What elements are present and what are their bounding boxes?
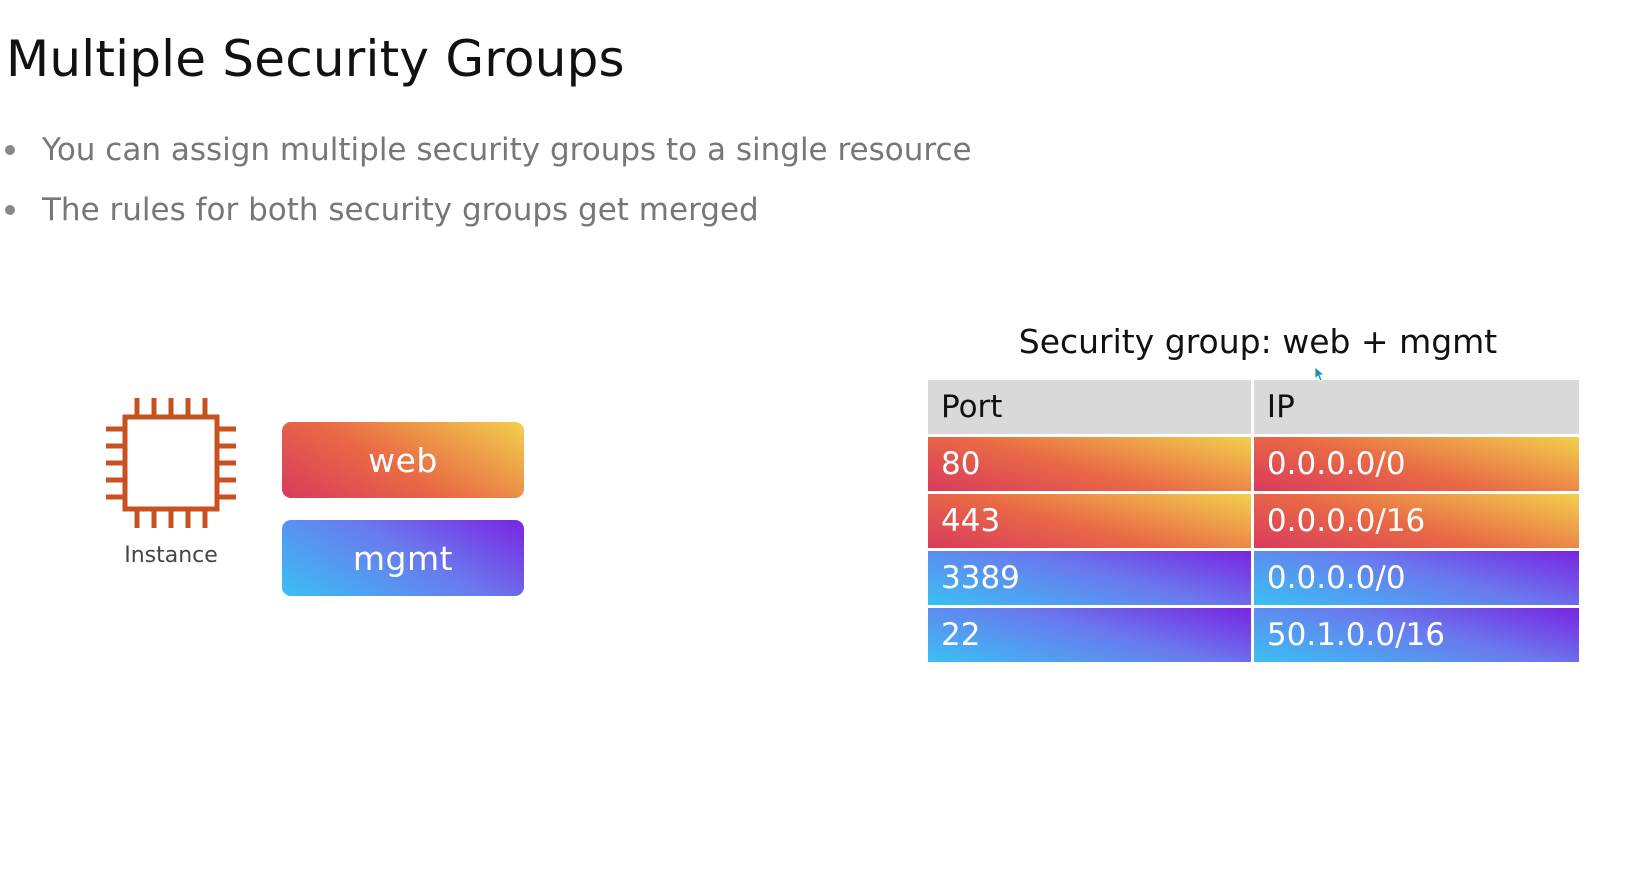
cell-port: 443 xyxy=(928,494,1251,548)
bullet-text: You can assign multiple security groups … xyxy=(42,132,972,168)
merged-rules-table: Port IP 80 0.0.0.0/0 443 0.0.0.0/16 3389… xyxy=(925,377,1582,665)
security-group-web: web xyxy=(282,422,524,498)
security-group-label: web xyxy=(368,440,438,480)
cell-port: 22 xyxy=(928,608,1251,662)
cell-ip: 0.0.0.0/0 xyxy=(1253,551,1579,605)
table-row: 3389 0.0.0.0/0 xyxy=(928,551,1579,605)
bullet-item: You can assign multiple security groups … xyxy=(0,128,972,188)
cell-ip: 0.0.0.0/0 xyxy=(1253,437,1579,491)
bullet-item: The rules for both security groups get m… xyxy=(0,188,972,248)
bullet-dot-icon xyxy=(5,145,15,155)
merged-table-title: Security group: web + mgmt xyxy=(1018,322,1498,361)
table-row: 443 0.0.0.0/16 xyxy=(928,494,1579,548)
header-port: Port xyxy=(928,380,1251,434)
instance-label: Instance xyxy=(124,543,218,568)
slide-title: Multiple Security Groups xyxy=(6,30,625,88)
bullet-list: You can assign multiple security groups … xyxy=(0,128,972,248)
security-group-label: mgmt xyxy=(352,538,454,578)
instance xyxy=(104,396,238,530)
cell-ip: 50.1.0.0/16 xyxy=(1253,608,1579,662)
chip-icon xyxy=(106,398,236,528)
table-header-row: Port IP xyxy=(928,380,1579,434)
header-ip: IP xyxy=(1253,380,1579,434)
security-group-mgmt: mgmt xyxy=(282,520,524,596)
mouse-cursor-icon xyxy=(1314,366,1326,382)
cell-port: 3389 xyxy=(928,551,1251,605)
table-row: 80 0.0.0.0/0 xyxy=(928,437,1579,491)
cell-ip: 0.0.0.0/16 xyxy=(1253,494,1579,548)
table-row: 22 50.1.0.0/16 xyxy=(928,608,1579,662)
bullet-text: The rules for both security groups get m… xyxy=(42,192,759,228)
bullet-dot-icon xyxy=(5,205,15,215)
cell-port: 80 xyxy=(928,437,1251,491)
